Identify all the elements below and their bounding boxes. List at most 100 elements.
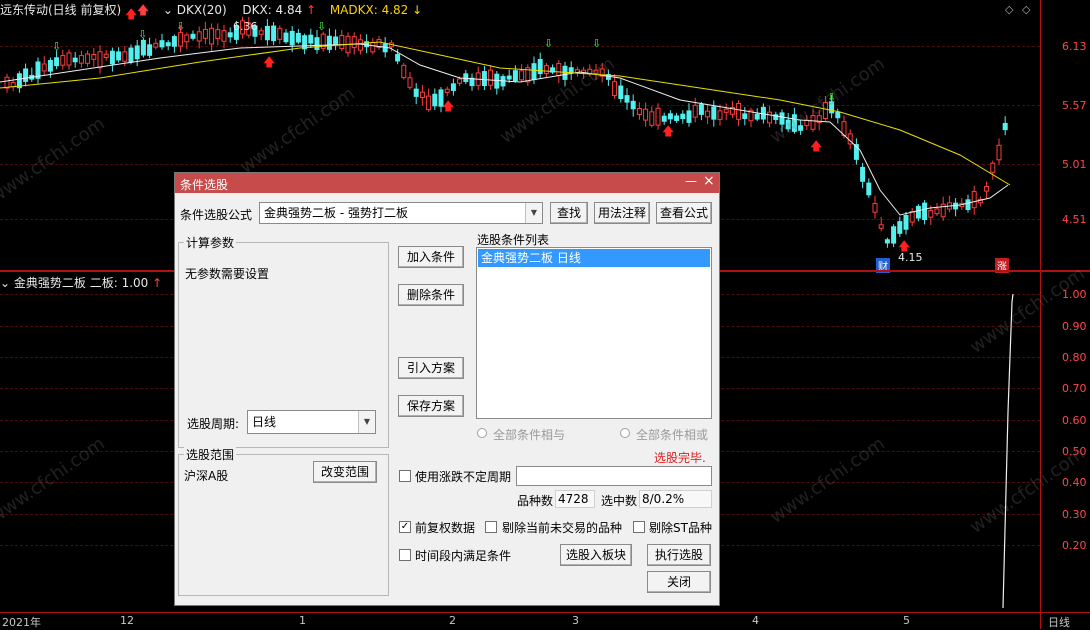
candle-body <box>884 239 890 244</box>
high-price-label: 6.36 <box>233 20 258 33</box>
save-scheme-button[interactable]: 保存方案 <box>398 395 464 417</box>
candle-body <box>903 214 909 230</box>
candle-body <box>680 113 686 120</box>
condition-stock-dialog[interactable]: 条件选股 — × 条件选股公式 金典强势二板 - 强势打二板 ▼ 查找 用法注释… <box>174 172 720 606</box>
uncertain-period-checkbox[interactable] <box>399 470 411 482</box>
candle-body <box>612 81 618 96</box>
candle-body <box>736 102 742 120</box>
dropdown-icon[interactable]: ⌄ <box>163 0 173 20</box>
diamond-icon[interactable]: ◇ <box>1005 3 1013 16</box>
exclude-suspended-checkbox[interactable] <box>485 521 497 533</box>
usage-notes-button[interactable]: 用法注释 <box>594 202 650 224</box>
delete-condition-button[interactable]: 删除条件 <box>398 284 464 306</box>
radio-and[interactable] <box>477 428 487 438</box>
candle-body <box>754 113 760 120</box>
selected-label: 选中数 <box>601 494 638 508</box>
date-label: 5 <box>903 614 910 627</box>
candle-body <box>190 33 196 39</box>
dialog-title: 条件选股 <box>180 178 229 192</box>
candle-body <box>922 202 928 221</box>
candle-body <box>674 115 680 121</box>
candle-body <box>686 110 692 123</box>
chevron-down-icon[interactable]: ▼ <box>525 203 542 223</box>
count-label: 品种数 <box>517 494 554 508</box>
candle-body <box>227 32 233 38</box>
period-label: 选股周期: <box>187 417 240 431</box>
candle-body <box>891 226 897 244</box>
uncertain-period-label: 使用涨跌不定周期 <box>415 470 512 484</box>
selected-value: 8/0.2% <box>639 490 712 508</box>
candle-body <box>872 202 878 213</box>
candle-body <box>333 36 339 46</box>
formula-select[interactable]: 金典强势二板 - 强势打二板 ▼ <box>259 202 543 224</box>
params-text: 无参数需要设置 <box>185 267 270 281</box>
candle-body <box>258 30 264 35</box>
candle-body <box>822 102 828 120</box>
candle-body <box>661 115 667 122</box>
candle-body <box>47 60 53 72</box>
find-button[interactable]: 查找 <box>550 202 588 224</box>
candle-body <box>54 57 60 67</box>
candle-body <box>742 113 748 120</box>
candle-body <box>153 42 159 48</box>
candle-body <box>618 85 624 99</box>
diamond-icon[interactable]: ◇ <box>1022 3 1030 16</box>
chevron-down-icon[interactable]: ▼ <box>358 411 375 433</box>
candle-body <box>630 100 636 110</box>
candle-body <box>140 39 146 56</box>
dialog-title-bar[interactable]: 条件选股 — × <box>175 173 719 193</box>
date-label: 2 <box>449 614 456 627</box>
candle-body <box>159 40 165 48</box>
candle-body <box>568 67 574 74</box>
import-scheme-button[interactable]: 引入方案 <box>398 357 464 379</box>
params-group-title: 计算参数 <box>184 234 237 251</box>
exclude-st-checkbox[interactable] <box>633 521 645 533</box>
buy-signal-icon: 🡅 <box>263 55 275 69</box>
madkx-line <box>0 41 1011 186</box>
timespan-checkbox[interactable] <box>399 549 411 561</box>
candle-body <box>4 76 10 89</box>
date-label: 4 <box>752 614 759 627</box>
list-item[interactable]: 金典强势二板 日线 <box>478 249 710 267</box>
condition-list[interactable]: 金典强势二板 日线 <box>476 247 712 419</box>
candle-body <box>934 208 940 215</box>
sub-axis-tick: 0.50 <box>1062 445 1087 458</box>
change-scope-button[interactable]: 改变范围 <box>313 461 377 483</box>
candle-body <box>165 42 171 47</box>
candle-body <box>97 51 103 69</box>
price-tick: 5.57 <box>1062 99 1087 112</box>
candle-body <box>221 30 227 42</box>
up-arrow-icon: ↑ <box>152 276 163 290</box>
view-formula-button[interactable]: 查看公式 <box>656 202 712 224</box>
period-label[interactable]: 日线 <box>1048 614 1070 630</box>
minimize-icon[interactable]: — <box>685 174 697 188</box>
to-block-button[interactable]: 选股入板块 <box>560 544 632 566</box>
candle-body <box>78 55 84 64</box>
candle-body <box>965 199 971 211</box>
candle-body <box>698 104 704 115</box>
candle-body <box>463 73 469 82</box>
price-axis[interactable] <box>1040 0 1090 629</box>
close-button[interactable]: 关闭 <box>647 571 711 593</box>
adjust-label: 前复权数据 <box>415 521 476 535</box>
candle-body <box>785 119 791 130</box>
radio-and-label: 全部条件相与 <box>493 428 566 442</box>
candle-body <box>1002 122 1008 131</box>
adjust-checkbox[interactable]: ✓ <box>399 521 411 533</box>
dropdown-icon[interactable]: ⌄ <box>0 276 10 290</box>
indicator-name[interactable]: DKX(20) <box>177 0 227 20</box>
uncertain-period-input[interactable] <box>516 466 712 486</box>
period-select[interactable]: 日线 ▼ <box>247 410 376 434</box>
buy-signal-icon: 🡅 <box>442 99 454 113</box>
close-icon[interactable]: × <box>703 173 715 189</box>
up-arrow-icon: ↑ <box>306 3 317 17</box>
price-tick: 5.01 <box>1062 158 1087 171</box>
sub-axis-tick: 0.90 <box>1062 320 1087 333</box>
candle-body <box>370 42 376 53</box>
axis-separator <box>0 612 1090 613</box>
execute-button[interactable]: 执行选股 <box>647 544 711 566</box>
add-condition-button[interactable]: 加入条件 <box>398 246 464 268</box>
radio-or[interactable] <box>620 428 630 438</box>
candle-body <box>519 70 525 81</box>
candle-body <box>271 25 277 42</box>
